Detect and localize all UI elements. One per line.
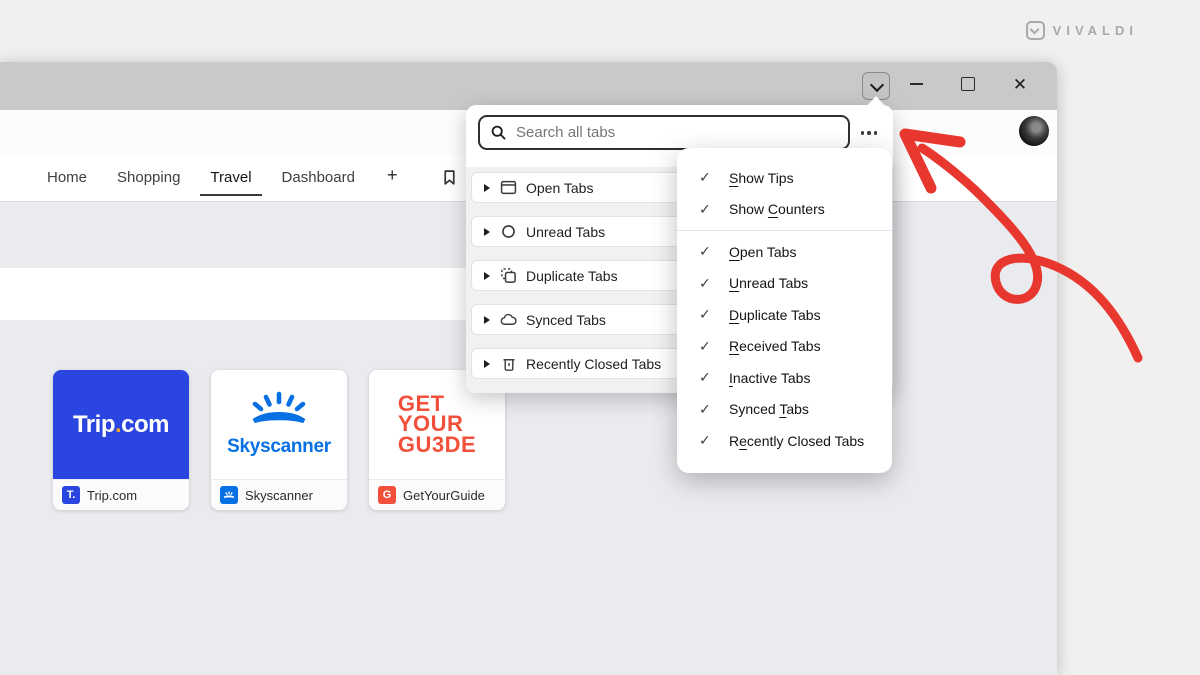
menu-item-show-tips[interactable]: ✓ Show Tips [677, 162, 892, 194]
screenshot-stage: VIVALDI ✕ Home Shopping Travel Dashboard + T… [0, 0, 1200, 675]
menu-item-unread-tabs[interactable]: ✓ Unread Tabs [677, 268, 892, 300]
menu-item-label: Synced Tabs [729, 401, 809, 417]
vivaldi-brand: VIVALDI [1026, 21, 1138, 40]
menu-item-label: Inactive Tabs [729, 370, 810, 386]
speed-dial-grid: Trip.com T. Trip.com Skyscanner Skyscanner GE… [53, 370, 505, 510]
category-label: Synced Tabs [526, 312, 606, 328]
skyscanner-logo-text: Skyscanner [227, 436, 331, 458]
search-icon [491, 125, 506, 140]
maximize-icon [961, 77, 975, 91]
close-icon: ✕ [1013, 76, 1027, 93]
vivaldi-logo-text: VIVALDI [1053, 23, 1138, 38]
expand-caret-icon[interactable] [484, 184, 490, 192]
checkmark-icon: ✓ [699, 169, 717, 186]
search-all-tabs-field[interactable] [478, 115, 850, 150]
bookmark-shopping[interactable]: Shopping [107, 159, 190, 196]
window-tab-icon [500, 179, 517, 196]
minimize-icon [910, 83, 923, 85]
menu-item-received-tabs[interactable]: ✓ Received Tabs [677, 331, 892, 363]
skyscanner-logo: Skyscanner [227, 391, 331, 458]
category-label: Open Tabs [526, 180, 593, 196]
add-bookmark-button[interactable]: + [375, 159, 410, 196]
speed-dial-footer: Skyscanner [211, 479, 347, 510]
vivaldi-logo-icon [1026, 21, 1045, 40]
speed-dial-label: Trip.com [87, 488, 137, 503]
menu-item-label: Open Tabs [729, 244, 796, 260]
skyscanner-sun-icon [248, 391, 310, 432]
search-input[interactable] [514, 123, 848, 142]
checkmark-icon: ✓ [699, 243, 717, 260]
bookmark-icon[interactable] [441, 169, 458, 186]
skyscanner-favicon-icon [220, 486, 238, 504]
duplicate-icon [500, 267, 517, 284]
expand-caret-icon[interactable] [484, 316, 490, 324]
menu-separator [677, 230, 892, 231]
trash-icon [500, 355, 517, 372]
speed-dial-label: Skyscanner [245, 488, 313, 503]
bookmark-dashboard[interactable]: Dashboard [272, 159, 365, 196]
menu-item-label: Duplicate Tabs [729, 307, 821, 323]
menu-item-label: Show Counters [729, 201, 825, 217]
checkmark-icon: ✓ [699, 432, 717, 449]
bookmark-home[interactable]: Home [37, 159, 97, 196]
expand-caret-icon[interactable] [484, 272, 490, 280]
speed-dial-trip-com[interactable]: Trip.com T. Trip.com [53, 370, 189, 510]
tripcom-logo: Trip.com [73, 411, 169, 439]
expand-caret-icon[interactable] [484, 360, 490, 368]
menu-item-show-counters[interactable]: ✓ Show Counters [677, 194, 892, 226]
bookmark-travel[interactable]: Travel [200, 159, 261, 196]
maximize-button[interactable] [956, 72, 980, 96]
menu-item-label: Recently Closed Tabs [729, 433, 864, 449]
speed-dial-label: GetYourGuide [403, 488, 485, 503]
menu-item-label: Show Tips [729, 170, 794, 186]
expand-caret-icon[interactable] [484, 228, 490, 236]
speed-dial-footer: T. Trip.com [53, 479, 189, 510]
menu-item-open-tabs[interactable]: ✓ Open Tabs [677, 236, 892, 268]
checkmark-icon: ✓ [699, 306, 717, 323]
category-label: Recently Closed Tabs [526, 356, 661, 372]
switcher-settings-button[interactable] [854, 121, 884, 145]
checkmark-icon: ✓ [699, 401, 717, 418]
category-label: Duplicate Tabs [526, 268, 618, 284]
trip-com-favicon-icon: T. [62, 486, 80, 504]
checkmark-icon: ✓ [699, 201, 717, 218]
minimize-button[interactable] [904, 72, 928, 96]
window-titlebar: ✕ [0, 62, 1057, 110]
checkmark-icon: ✓ [699, 369, 717, 386]
menu-item-inactive-tabs[interactable]: ✓ Inactive Tabs [677, 362, 892, 394]
menu-item-synced-tabs[interactable]: ✓ Synced Tabs [677, 394, 892, 426]
getyourguide-logo: GETYOURGU3DE [398, 394, 476, 455]
speed-dial-thumbnail: Trip.com [53, 370, 189, 479]
menu-item-label: Received Tabs [729, 338, 821, 354]
checkmark-icon: ✓ [699, 338, 717, 355]
getyourguide-favicon-icon: G [378, 486, 396, 504]
menu-item-duplicate-tabs[interactable]: ✓ Duplicate Tabs [677, 299, 892, 331]
switcher-settings-menu: ✓ Show Tips ✓ Show Counters ✓ Open Tabs ✓ Unrea… [677, 148, 892, 473]
checkmark-icon: ✓ [699, 275, 717, 292]
chevron-down-icon [869, 78, 883, 92]
profile-avatar[interactable] [1019, 116, 1049, 146]
speed-dial-skyscanner[interactable]: Skyscanner Skyscanner [211, 370, 347, 510]
menu-item-label: Unread Tabs [729, 275, 808, 291]
speed-dial-footer: G GetYourGuide [369, 479, 505, 510]
circle-icon [500, 223, 517, 240]
menu-item-recently-closed-tabs[interactable]: ✓ Recently Closed Tabs [677, 425, 892, 457]
close-button[interactable]: ✕ [1008, 72, 1032, 96]
category-label: Unread Tabs [526, 224, 605, 240]
cloud-icon [500, 311, 517, 328]
speed-dial-thumbnail: Skyscanner [211, 370, 347, 479]
